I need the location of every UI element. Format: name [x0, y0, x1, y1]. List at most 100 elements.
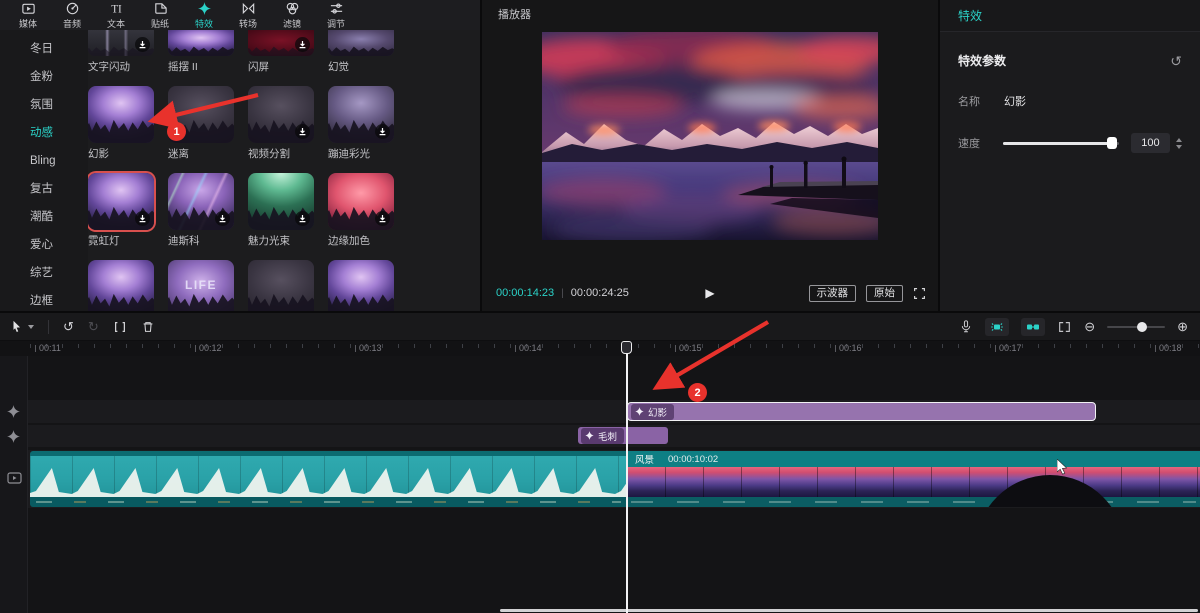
effect-item[interactable]: 蹦迪彩光 [328, 86, 394, 161]
effect-thumbnail[interactable] [168, 173, 234, 230]
timeline-toolbar: ↺ ↻ [0, 313, 1200, 341]
tab-label: 滤镜 [283, 17, 301, 30]
effect-item[interactable]: 边缘加色 [328, 173, 394, 248]
chevron-down-icon[interactable] [28, 325, 34, 329]
undo-button[interactable]: ↺ [63, 320, 74, 333]
playhead-line[interactable] [626, 353, 628, 613]
tab-transition[interactable]: 转场 [226, 0, 270, 30]
effect-item[interactable]: 迪斯科 [168, 173, 234, 248]
horizontal-scrollbar[interactable] [500, 609, 1198, 612]
tab-filter[interactable]: 滤镜 [270, 0, 314, 30]
effect-thumbnail[interactable] [248, 260, 314, 311]
tab-effect-settings[interactable]: 特效 [958, 9, 982, 23]
fullscreen-icon[interactable] [913, 287, 926, 300]
effect-thumbnail[interactable] [88, 173, 154, 230]
timeline-zoom-slider[interactable] [1107, 321, 1165, 333]
category-item[interactable]: 综艺 [0, 266, 88, 280]
redo-button[interactable]: ↻ [88, 320, 99, 333]
effect-thumbnail[interactable] [328, 173, 394, 230]
video-clip-left[interactable] [30, 451, 627, 507]
effect-item[interactable]: 视频分割 [248, 86, 314, 161]
toolbar-divider [48, 320, 49, 334]
effect-item[interactable]: 幻影 [88, 86, 154, 161]
play-button[interactable]: ▶ [705, 286, 714, 300]
effect-thumbnail[interactable] [168, 30, 234, 56]
preview-axis-button[interactable] [1057, 320, 1072, 334]
oscilloscope-button[interactable]: 示波器 [809, 285, 857, 302]
effect-thumbnail[interactable] [328, 260, 394, 311]
effect-clip-phantom[interactable]: 幻影 [627, 402, 1096, 421]
timeline-ruler[interactable]: 00:1100:1200:1300:1400:1500:1600:1700:18 [0, 341, 1200, 356]
current-time: 00:00:14:23 [496, 287, 554, 299]
original-button[interactable]: 原始 [866, 285, 903, 302]
stepper-down-icon[interactable] [1176, 145, 1182, 149]
effect-thumbnail[interactable] [328, 86, 394, 143]
category-item[interactable]: 爱心 [0, 238, 88, 252]
category-item[interactable]: Bling [0, 154, 88, 168]
effect-item[interactable] [328, 260, 394, 311]
effect-name: 迪斯科 [168, 233, 234, 248]
video-clip-right[interactable]: 风景 00:00:10:02 [627, 451, 1200, 507]
zoom-in-button[interactable]: ⊕ [1177, 320, 1188, 333]
effect-item[interactable] [248, 260, 314, 311]
effect-thumbnail[interactable] [88, 260, 154, 311]
tab-adjust[interactable]: 调节 [314, 0, 358, 30]
effect-clip-glitch[interactable]: 毛刺 [578, 427, 668, 444]
category-item[interactable]: 复古 [0, 182, 88, 196]
tab-sticker[interactable]: 贴纸 [138, 0, 182, 30]
category-item[interactable]: 冬日 [0, 42, 88, 56]
effect-thumbnail[interactable]: LIFE [168, 260, 234, 311]
speed-slider[interactable] [1003, 137, 1119, 149]
effect-item[interactable]: 摇摆 II [168, 30, 234, 74]
tab-media[interactable]: 媒体 [6, 0, 50, 30]
category-item[interactable]: 氛围 [0, 98, 88, 112]
effect-item[interactable]: 魅力光束 [248, 173, 314, 248]
stepper-up-icon[interactable] [1176, 138, 1182, 142]
effect-item[interactable]: LIFE [168, 260, 234, 311]
split-icon [113, 320, 127, 334]
tab-effects[interactable]: 特效 [182, 0, 226, 30]
select-tool-button[interactable] [10, 319, 34, 334]
effect-item[interactable] [88, 260, 154, 311]
tab-audio[interactable]: 音频 [50, 0, 94, 30]
link-clips-toggle[interactable] [1021, 318, 1045, 336]
filter-icon [285, 1, 300, 16]
effect-thumbnail[interactable] [248, 173, 314, 230]
effect-thumbnail[interactable] [88, 86, 154, 143]
effect-thumbnail[interactable] [248, 30, 314, 56]
category-item[interactable]: 动感 [0, 126, 88, 140]
ruler-tick-label: 00:14 [515, 343, 542, 353]
delete-button[interactable] [141, 320, 155, 334]
effect-thumbnail[interactable] [328, 30, 394, 56]
category-item[interactable]: 边框 [0, 294, 88, 308]
ruler-tick-label: 00:16 [835, 343, 862, 353]
effect-item[interactable]: 霓虹灯 [88, 173, 154, 248]
audio-icon [65, 1, 80, 16]
video-clip-filmstrip [30, 456, 627, 497]
effect-name: 闪屏 [248, 59, 314, 74]
record-voiceover-button[interactable] [959, 319, 973, 334]
speed-value-input[interactable]: 100 [1131, 133, 1170, 153]
download-icon [215, 211, 230, 226]
reset-icon[interactable]: ↺ [1170, 54, 1182, 68]
category-item[interactable]: 金粉 [0, 70, 88, 84]
preview-axis-icon [1057, 320, 1072, 334]
playhead-handle[interactable] [621, 341, 632, 354]
slider-knob[interactable] [1107, 137, 1117, 149]
split-button[interactable] [113, 320, 127, 334]
zoom-out-button[interactable]: ⊖ [1084, 320, 1095, 333]
timeline-section: ↺ ↻ [0, 313, 1200, 613]
effect-item[interactable]: 闪屏 [248, 30, 314, 74]
tab-text[interactable]: TI 文本 [94, 0, 138, 30]
video-preview[interactable] [542, 32, 878, 240]
tab-label: 特效 [195, 17, 213, 30]
microphone-icon [959, 319, 973, 334]
effect-thumbnail[interactable] [248, 86, 314, 143]
effect-item[interactable]: 幻觉 [328, 30, 394, 74]
auto-snap-toggle[interactable] [985, 318, 1009, 336]
trash-icon [141, 320, 155, 334]
effect-thumbnail[interactable] [88, 30, 154, 56]
category-item[interactable]: 潮酷 [0, 210, 88, 224]
zoom-slider-knob[interactable] [1137, 322, 1147, 332]
effect-item[interactable]: 文字闪动 [88, 30, 154, 74]
